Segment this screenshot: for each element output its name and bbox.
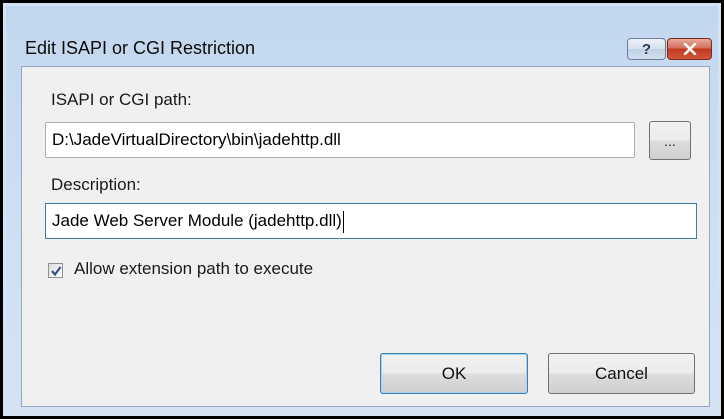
cancel-button[interactable]: Cancel: [548, 353, 695, 394]
description-label: Description:: [51, 175, 141, 194]
description-value: Jade Web Server Module (jadehttp.dll): [52, 211, 342, 230]
close-icon: [683, 43, 696, 55]
path-label: ISAPI or CGI path:: [51, 90, 192, 109]
screenshot-frame: Edit ISAPI or CGI Restriction ? ISAPI or…: [0, 0, 724, 419]
dialog-title: Edit ISAPI or CGI Restriction: [25, 38, 256, 58]
dialog-client-area: ISAPI or CGI path: D:\JadeVirtualDirecto…: [21, 66, 710, 407]
ok-button[interactable]: OK: [380, 353, 528, 394]
description-input[interactable]: Jade Web Server Module (jadehttp.dll): [45, 203, 697, 239]
text-caret: [342, 210, 344, 233]
close-button[interactable]: [667, 38, 712, 60]
dialog-window: Edit ISAPI or CGI Restriction ? ISAPI or…: [6, 6, 718, 413]
checkmark-icon: [51, 266, 62, 277]
allow-execute-label[interactable]: Allow extension path to execute: [74, 259, 313, 279]
help-button[interactable]: ?: [627, 38, 666, 60]
browse-button[interactable]: ...: [649, 121, 691, 160]
allow-execute-checkbox[interactable]: [48, 263, 63, 278]
title-bar[interactable]: Edit ISAPI or CGI Restriction ?: [6, 6, 718, 68]
path-input[interactable]: D:\JadeVirtualDirectory\bin\jadehttp.dll: [45, 122, 635, 158]
help-icon: ?: [641, 40, 652, 58]
